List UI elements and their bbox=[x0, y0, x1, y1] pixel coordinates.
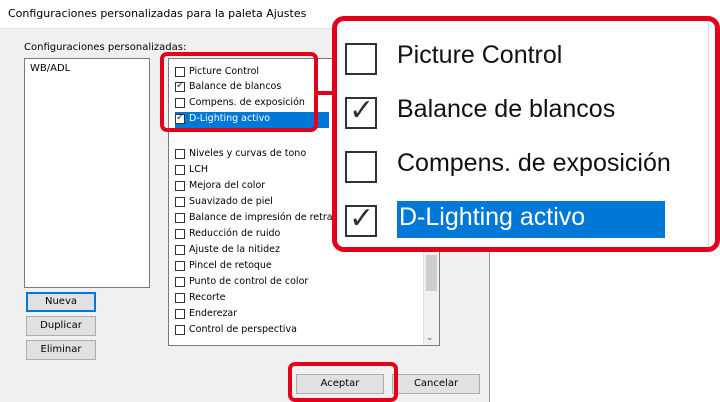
zoom-item: D-Lighting activo bbox=[345, 197, 711, 247]
zoom-callout: Picture Control Balance de blancos Compens… bbox=[332, 16, 720, 252]
highlight-box-accept bbox=[288, 362, 398, 402]
zoom-item: Compens. de exposición bbox=[345, 143, 711, 195]
checklist-item[interactable]: Control de perspectiva bbox=[175, 323, 345, 339]
custom-settings-label: Configuraciones personalizadas: bbox=[24, 42, 187, 53]
checklist-item[interactable]: Balance de impresión de retrato bbox=[175, 211, 345, 227]
checkbox[interactable] bbox=[175, 149, 185, 159]
custom-settings-list[interactable]: WB/ADL bbox=[24, 58, 150, 288]
checklist-item-label: LCH bbox=[189, 164, 209, 175]
checkbox[interactable] bbox=[175, 277, 185, 287]
checklist-item[interactable]: Reducción de ruido bbox=[175, 227, 345, 243]
zoom-checkbox bbox=[345, 43, 377, 75]
zoom-checkbox bbox=[345, 93, 377, 129]
zoom-item-label: D-Lighting activo bbox=[397, 201, 666, 238]
checklist-item-label: Control de perspectiva bbox=[189, 324, 297, 335]
delete-button[interactable]: Eliminar bbox=[26, 340, 96, 360]
checkbox[interactable] bbox=[175, 213, 185, 223]
zoom-item-label: Picture Control bbox=[397, 41, 563, 69]
zoom-item-label: Compens. de exposición bbox=[397, 149, 671, 177]
checkbox[interactable] bbox=[175, 325, 185, 335]
checklist-item[interactable]: LCH bbox=[175, 163, 345, 179]
checklist-item[interactable]: Punto de control de color bbox=[175, 275, 345, 291]
checklist-item-label: Punto de control de color bbox=[189, 276, 309, 287]
cancel-button[interactable]: Cancelar bbox=[392, 374, 480, 394]
checkbox[interactable] bbox=[175, 293, 185, 303]
checkbox[interactable] bbox=[175, 309, 185, 319]
zoom-checkbox bbox=[345, 201, 377, 237]
zoom-item: Picture Control bbox=[345, 35, 711, 87]
checkbox[interactable] bbox=[175, 165, 185, 175]
scrollbar-thumb[interactable] bbox=[426, 255, 437, 291]
zoom-item-label: Balance de blancos bbox=[397, 95, 616, 123]
checkbox[interactable] bbox=[175, 197, 185, 207]
checklist-item[interactable]: Suavizado de piel bbox=[175, 195, 345, 211]
zoom-scrollbar-edge bbox=[708, 21, 709, 247]
checkbox[interactable] bbox=[175, 245, 185, 255]
dialog-title: Configuraciones personalizadas para la p… bbox=[8, 7, 307, 20]
new-button[interactable]: Nueva bbox=[26, 292, 96, 312]
checklist-item-label: Suavizado de piel bbox=[189, 196, 273, 207]
checklist-item-label: Pincel de retoque bbox=[189, 260, 272, 271]
checklist-item[interactable]: Recorte bbox=[175, 291, 345, 307]
checklist-item[interactable]: Ajuste de la nitidez bbox=[175, 243, 345, 259]
checkbox[interactable] bbox=[175, 181, 185, 191]
checklist-item-label: Balance de impresión de retrato bbox=[189, 212, 343, 223]
list-item-wb-adl[interactable]: WB/ADL bbox=[30, 63, 70, 74]
checkbox[interactable] bbox=[175, 229, 185, 239]
checklist-item-label: Ajuste de la nitidez bbox=[189, 244, 280, 255]
checklist-item-label: Niveles y curvas de tono bbox=[189, 148, 307, 159]
checklist-item-label: Enderezar bbox=[189, 308, 238, 319]
checklist-item-label: Recorte bbox=[189, 292, 226, 303]
highlight-box-checklist bbox=[160, 52, 318, 132]
checklist-item-label: Reducción de ruido bbox=[189, 228, 281, 239]
checklist-item[interactable]: Mejora del color bbox=[175, 179, 345, 195]
zoom-checkbox bbox=[345, 151, 377, 183]
zoom-item: Balance de blancos bbox=[345, 89, 711, 141]
checkbox[interactable] bbox=[175, 261, 185, 271]
checklist-item[interactable]: Enderezar bbox=[175, 307, 345, 323]
checklist-item[interactable]: Pincel de retoque bbox=[175, 259, 345, 275]
scroll-down-icon[interactable]: ⌄ bbox=[426, 333, 434, 343]
checklist-item-label: Mejora del color bbox=[189, 180, 266, 191]
duplicate-button[interactable]: Duplicar bbox=[26, 316, 96, 336]
checklist-item[interactable]: Niveles y curvas de tono bbox=[175, 147, 345, 163]
